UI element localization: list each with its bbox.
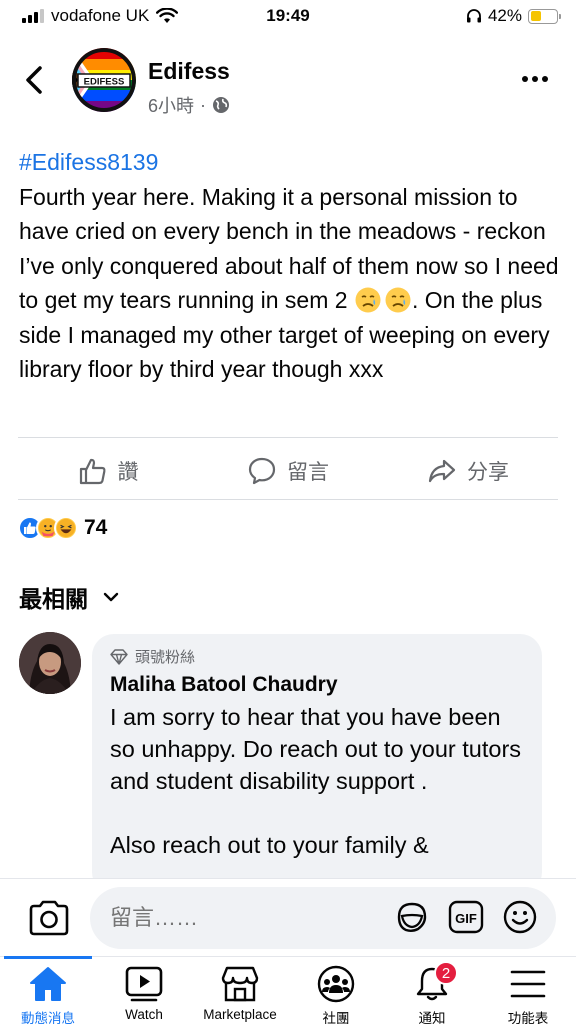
- top-fan-badge: 頭號粉絲: [110, 646, 524, 667]
- nav-groups[interactable]: 社團: [288, 957, 384, 1024]
- nav-label: 動態消息: [21, 1011, 75, 1024]
- camera-button[interactable]: [28, 899, 70, 937]
- status-bar: vodafone UK 19:49 42%: [0, 0, 576, 34]
- haha-reaction-icon: [54, 516, 78, 540]
- reaction-count: 74: [84, 516, 108, 539]
- share-icon: [428, 459, 456, 483]
- more-icon: [522, 76, 528, 82]
- share-button[interactable]: 分享: [378, 446, 558, 496]
- commenter-avatar[interactable]: [19, 632, 81, 694]
- back-icon: [26, 66, 42, 94]
- post-meta: 6小時 ·: [148, 92, 230, 118]
- battery-icon: [528, 8, 561, 24]
- nav-watch[interactable]: Watch: [96, 957, 192, 1024]
- thumbs-up-icon: [79, 458, 106, 485]
- nav-label: 通知: [418, 1011, 446, 1024]
- status-right: 42%: [466, 6, 561, 26]
- page-avatar[interactable]: EDIFESS: [72, 48, 136, 112]
- bottom-navigation: 動態消息 Watch Marketplace 社團 2 通知 功能表: [0, 956, 576, 1024]
- meta-separator: ·: [200, 94, 207, 115]
- post-actions: 讚 留言 分享: [18, 446, 558, 496]
- nav-label: Watch: [125, 1007, 163, 1022]
- post-hashtag[interactable]: #Edifess8139: [19, 145, 559, 180]
- groups-icon: [317, 965, 355, 1003]
- emoji-button[interactable]: [502, 899, 538, 935]
- comment-composer: GIF: [0, 878, 576, 956]
- back-button[interactable]: [20, 62, 50, 98]
- commenter-name[interactable]: Maliha Batool Chaudry: [110, 673, 524, 697]
- nav-label: 社團: [322, 1011, 350, 1024]
- sticker-icon: [397, 902, 427, 932]
- camera-icon: [29, 900, 69, 936]
- battery-percent: 42%: [487, 6, 522, 25]
- divider: [18, 499, 558, 500]
- sad-relieved-emoji-icon: [385, 287, 411, 313]
- page-name[interactable]: Edifess: [148, 58, 230, 85]
- home-icon: [30, 967, 66, 1001]
- comment-label: 留言: [287, 461, 329, 484]
- headphones-icon: [466, 9, 481, 23]
- post-body: #Edifess8139 Fourth year here. Making it…: [19, 145, 559, 387]
- emoji-icon: [503, 900, 537, 934]
- avatar-text: EDIFESS: [84, 77, 125, 88]
- nav-menu[interactable]: 功能表: [480, 957, 576, 1024]
- nav-label: 功能表: [507, 1011, 549, 1024]
- divider: [18, 437, 558, 438]
- like-label: 讚: [117, 461, 139, 484]
- nav-label: Marketplace: [203, 1007, 277, 1022]
- reaction-icons: [18, 516, 78, 540]
- chevron-down-icon: [103, 592, 119, 602]
- post-time[interactable]: 6小時: [148, 92, 194, 118]
- composer-icons: GIF: [394, 899, 538, 935]
- watch-icon: [125, 966, 163, 1002]
- globe-icon: [213, 97, 230, 113]
- gif-icon: GIF: [448, 900, 484, 934]
- sticker-button[interactable]: [394, 899, 430, 935]
- comment-bubble[interactable]: 頭號粉絲 Maliha Batool Chaudry I am sorry to…: [92, 634, 542, 894]
- comment-icon: [248, 457, 276, 485]
- menu-icon: [510, 970, 546, 998]
- gif-label: GIF: [455, 911, 477, 926]
- nav-notifications[interactable]: 2 通知: [384, 957, 480, 1024]
- nav-marketplace[interactable]: Marketplace: [192, 957, 288, 1024]
- nav-news-feed[interactable]: 動態消息: [0, 956, 96, 1024]
- more-button[interactable]: [522, 72, 552, 86]
- reactions-summary[interactable]: 74: [18, 516, 107, 540]
- sad-relieved-emoji-icon: [355, 287, 381, 313]
- notification-badge: 2: [434, 961, 458, 985]
- like-button[interactable]: 讚: [18, 446, 198, 496]
- diamond-icon: [110, 648, 128, 665]
- comment-text: I am sorry to hear that you have been so…: [110, 704, 522, 858]
- marketplace-icon: [221, 966, 259, 1002]
- battery-level: [530, 11, 541, 21]
- share-label: 分享: [467, 461, 509, 484]
- badge-label: 頭號粉絲: [135, 649, 196, 666]
- sort-label: 最相關: [19, 586, 88, 612]
- post-header: EDIFESS Edifess 6小時 ·: [0, 44, 576, 124]
- gif-button[interactable]: GIF: [448, 899, 484, 935]
- comment-sort-dropdown[interactable]: 最相關: [19, 580, 120, 614]
- comment-button[interactable]: 留言: [198, 446, 378, 496]
- pride-flag-logo: EDIFESS: [72, 48, 136, 112]
